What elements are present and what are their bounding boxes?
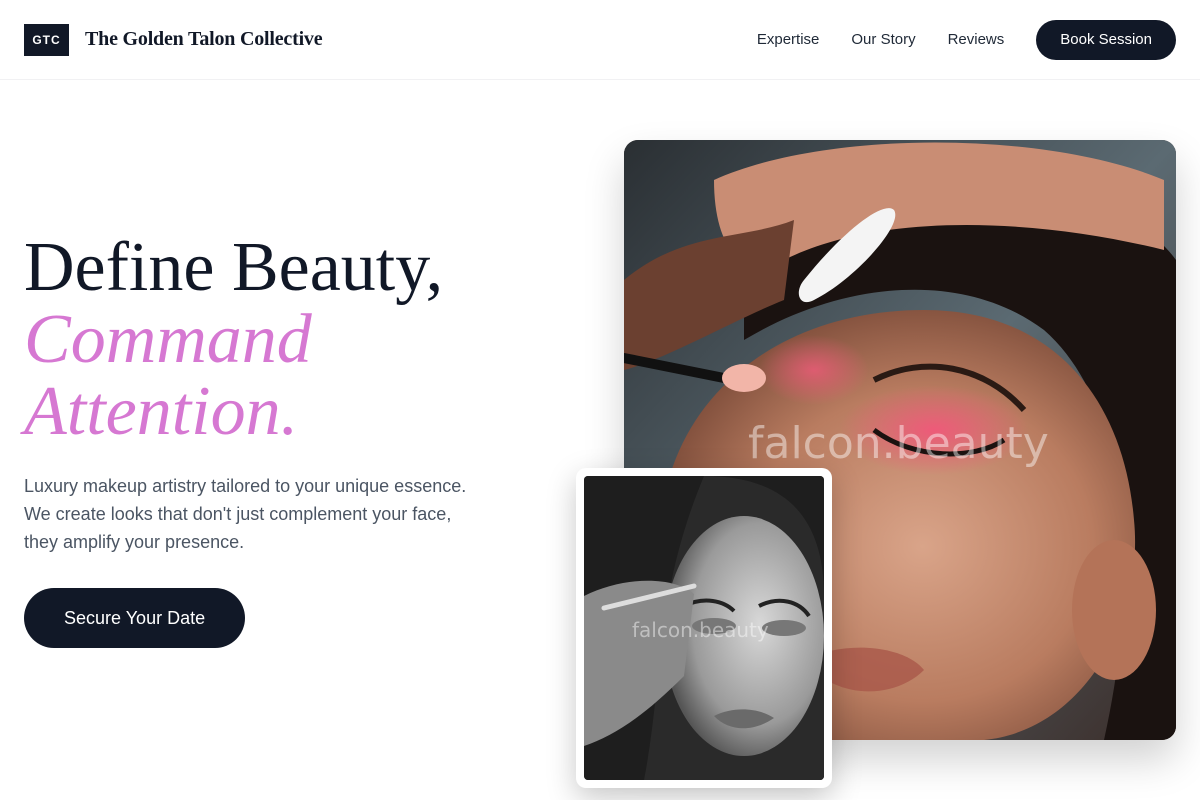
brand-name[interactable]: The Golden Talon Collective [85,28,323,51]
hero-title-accent-line: Command [24,301,312,378]
nav-link-reviews[interactable]: Reviews [948,31,1005,48]
brand[interactable]: GTC The Golden Talon Collective [24,23,323,56]
hero-title-accent-line: Attention. [24,373,299,450]
site-header: GTC The Golden Talon Collective Expertis… [0,0,1200,80]
secure-your-date-button[interactable]: Secure Your Date [24,588,246,648]
inset-photo-frame: falcon.beauty [576,468,832,788]
bw-makeup-photo [584,476,824,780]
hero-title: Define Beauty, Command Attention. [24,232,564,448]
inset-photo: falcon.beauty [584,476,824,780]
landing-page: GTC The Golden Talon Collective Expertis… [0,0,1200,800]
nav-link-expertise[interactable]: Expertise [757,31,820,48]
nav-link-our-story[interactable]: Our Story [851,31,915,48]
main-nav: Expertise Our Story Reviews Book Session [757,19,1176,60]
hero-subtitle: Luxury makeup artistry tailored to your … [24,476,467,552]
book-session-button[interactable]: Book Session [1036,19,1176,60]
logo-badge[interactable]: GTC [24,23,69,56]
hero-title-line: Define Beauty, [24,229,444,306]
